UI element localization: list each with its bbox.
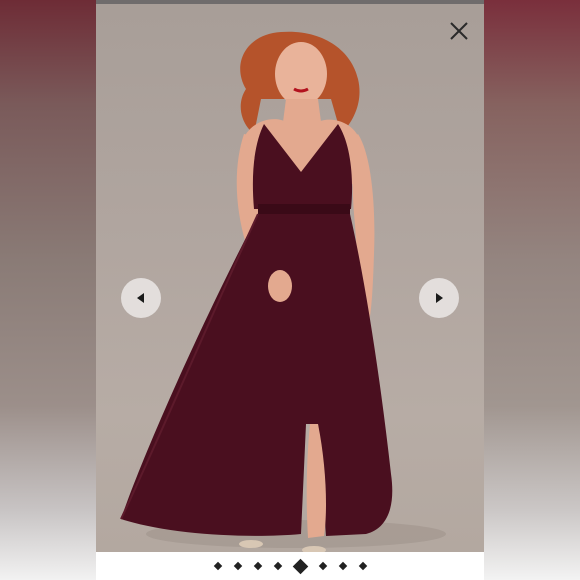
slide-dot[interactable]	[253, 561, 262, 571]
next-image-button[interactable]	[419, 278, 459, 318]
slide-dot[interactable]	[273, 561, 282, 571]
slide-dot[interactable]	[358, 561, 367, 571]
close-button[interactable]	[446, 18, 472, 44]
left-backdrop	[0, 0, 96, 580]
previous-image-button[interactable]	[121, 278, 161, 318]
image-viewer	[96, 4, 484, 552]
slide-dot-active[interactable]	[292, 558, 308, 574]
close-icon	[450, 22, 468, 40]
slide-indicator	[96, 552, 484, 580]
chevron-right-icon	[436, 293, 443, 303]
right-backdrop	[484, 0, 580, 580]
slide-dot[interactable]	[338, 561, 347, 571]
product-photo	[120, 31, 446, 552]
slide-dot[interactable]	[318, 561, 327, 571]
chevron-left-icon	[137, 293, 144, 303]
slide-dot[interactable]	[213, 561, 222, 571]
slide-dot[interactable]	[233, 561, 242, 571]
